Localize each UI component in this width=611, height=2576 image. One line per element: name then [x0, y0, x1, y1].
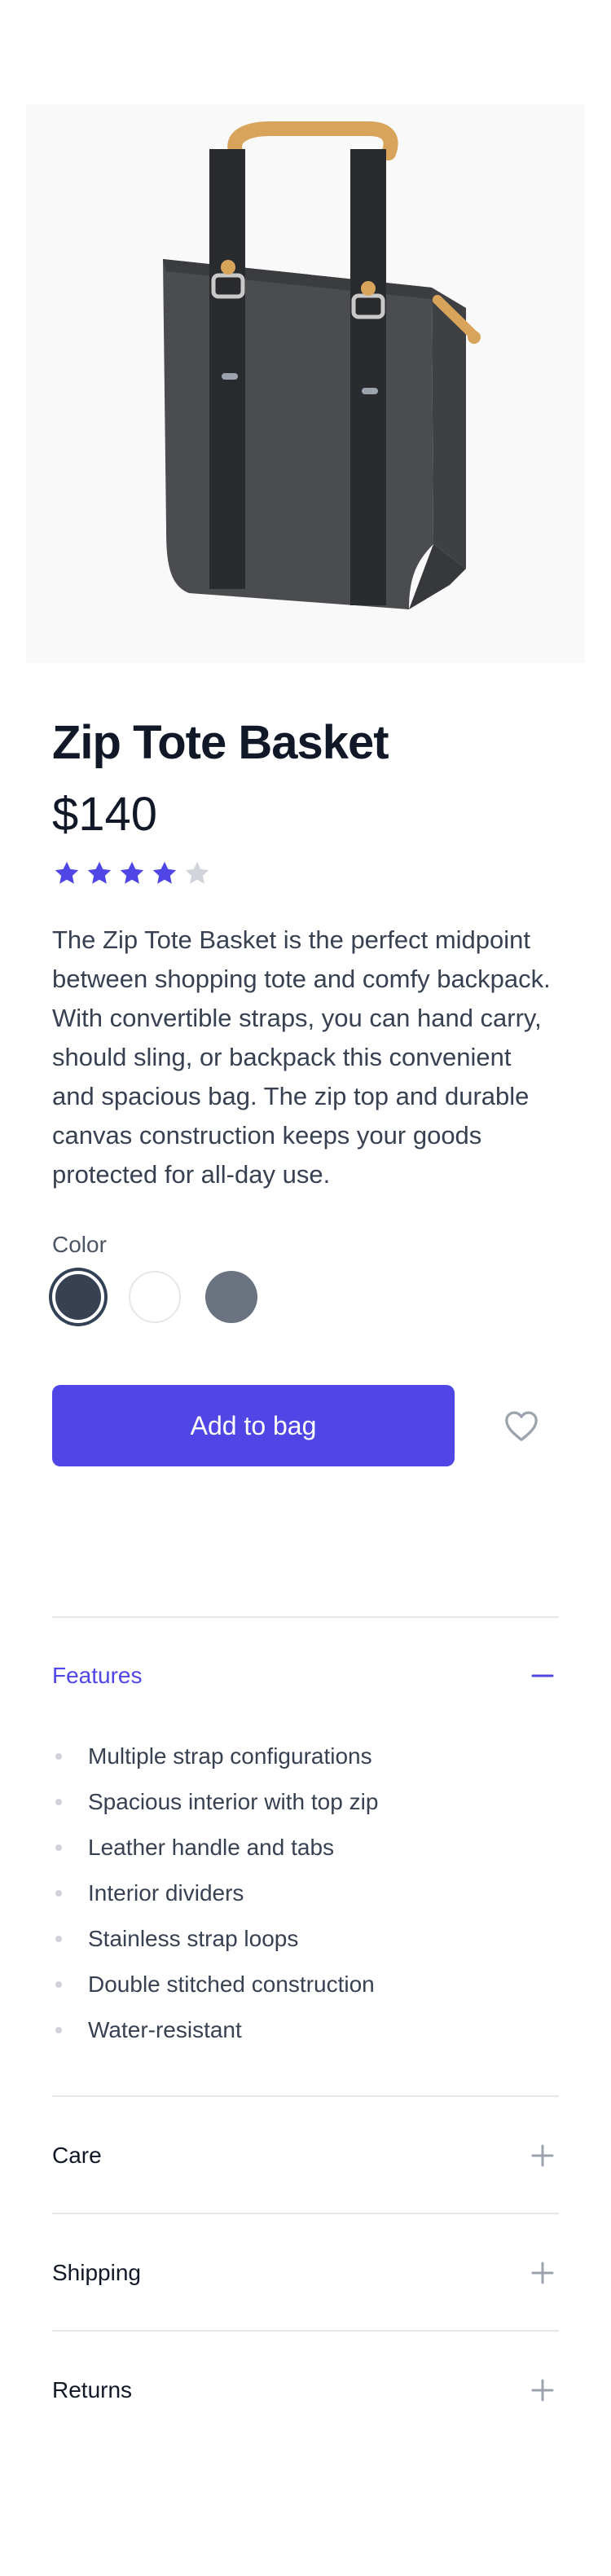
plus-icon: [526, 2257, 559, 2289]
feature-item: Multiple strap configurations: [52, 1734, 559, 1779]
shipping-section: Shipping: [52, 2213, 559, 2332]
shipping-title: Shipping: [52, 2260, 141, 2285]
feature-item: Interior dividers: [52, 1870, 559, 1916]
returns-title: Returns: [52, 2377, 133, 2402]
star-icon: [52, 859, 81, 888]
feature-item: Leather handle and tabs: [52, 1825, 559, 1870]
shipping-toggle[interactable]: Shipping: [52, 2214, 559, 2332]
feature-item: Water-resistant: [52, 2007, 559, 2053]
star-icon: [150, 859, 179, 888]
features-title: Features: [52, 1663, 143, 1688]
color-picker: [52, 1271, 559, 1323]
product-price: $140: [52, 788, 158, 841]
feature-item: Double stitched construction: [52, 1962, 559, 2007]
product-page: Zip Tote Basket $140 The Zip Tote Basket…: [0, 0, 611, 2576]
features-section: Features Multiple strap configurations Sp…: [52, 1616, 559, 2053]
color-swatch[interactable]: [129, 1271, 181, 1323]
care-section: Care: [52, 2095, 559, 2214]
color-swatch[interactable]: [52, 1271, 104, 1323]
minus-icon: [526, 1659, 559, 1692]
color-swatch[interactable]: [205, 1271, 257, 1323]
feature-item: Spacious interior with top zip: [52, 1779, 559, 1825]
add-to-bag-button[interactable]: Add to bag: [52, 1385, 455, 1466]
plus-icon: [526, 2139, 559, 2172]
plus-icon: [526, 2374, 559, 2407]
returns-toggle[interactable]: Returns: [52, 2332, 559, 2449]
star-icon: [182, 859, 212, 888]
color-label: Color: [52, 1232, 107, 1257]
features-list: Multiple strap configurations Spacious in…: [52, 1734, 559, 2053]
care-toggle[interactable]: Care: [52, 2097, 559, 2214]
product-info: Zip Tote Basket $140 The Zip Tote Basket…: [52, 717, 559, 1466]
star-icon: [85, 859, 114, 888]
heart-icon: [505, 1411, 538, 1441]
star-rating: [52, 857, 559, 890]
product-title: Zip Tote Basket: [52, 716, 389, 769]
product-description: The Zip Tote Basket is the perfect midpo…: [52, 925, 551, 1189]
star-icon: [117, 859, 147, 888]
features-toggle[interactable]: Features: [52, 1618, 559, 1734]
feature-item: Stainless strap loops: [52, 1916, 559, 1962]
favorite-button[interactable]: [481, 1385, 562, 1466]
returns-section: Returns: [52, 2330, 559, 2449]
tote-bag-illustration: [163, 121, 481, 609]
care-title: Care: [52, 2143, 102, 2168]
purchase-actions: Add to bag: [52, 1385, 559, 1466]
product-image: [26, 104, 585, 663]
